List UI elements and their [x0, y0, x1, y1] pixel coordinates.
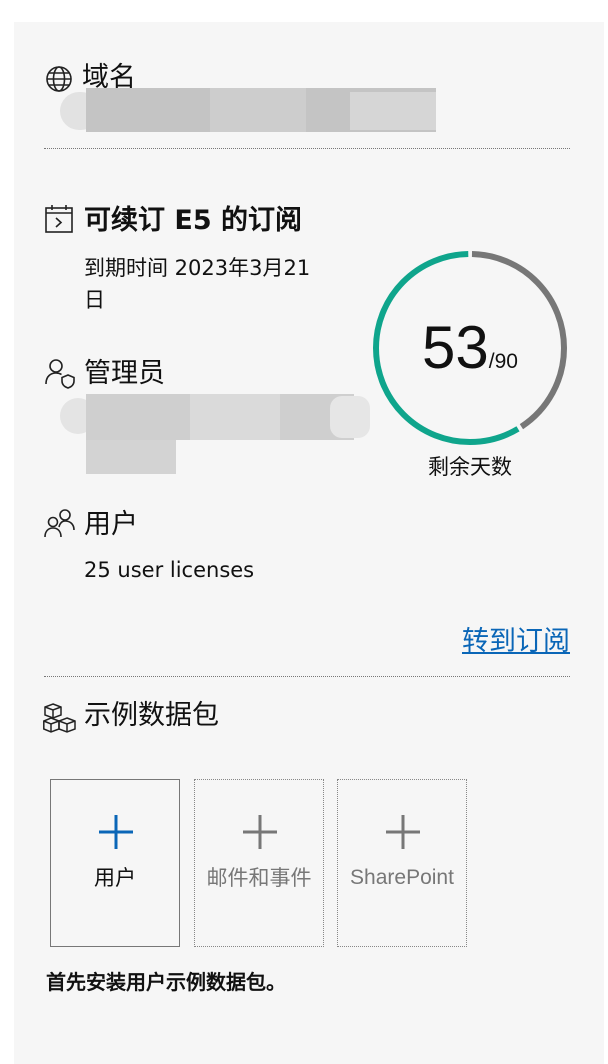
expiry-date: 到期时间 2023年3月21 日 [84, 252, 310, 316]
sample-pack-sharepoint[interactable]: SharePoint [337, 779, 467, 947]
subscription-title: 可续订 E5 的订阅 [84, 205, 303, 236]
days-remaining-value: 53 [422, 314, 489, 381]
divider [44, 148, 570, 149]
packages-icon [43, 702, 77, 734]
tile-label: SharePoint [350, 866, 454, 889]
admins-value-redacted [60, 390, 370, 476]
expiry-line-2: 日 [84, 288, 105, 312]
people-icon [44, 507, 76, 539]
divider [44, 676, 570, 677]
goto-subscription-link[interactable]: 转到订阅 [462, 624, 570, 660]
days-remaining-label: 剩余天数 [428, 455, 512, 479]
user-licenses: 25 user licenses [84, 558, 255, 582]
sample-packs-title: 示例数据包 [84, 700, 219, 731]
tile-label: 用户 [94, 866, 136, 890]
tile-label: 邮件和事件 [206, 866, 312, 890]
days-count: 53/90 [370, 318, 570, 378]
admins-title: 管理员 [84, 358, 165, 389]
expiry-line-1: 到期时间 2023年3月21 [84, 256, 311, 280]
plus-icon [242, 814, 278, 854]
calendar-icon [44, 204, 74, 234]
users-title: 用户 [84, 509, 138, 540]
sample-pack-mail-events[interactable]: 邮件和事件 [194, 779, 324, 947]
admin-shield-icon [44, 357, 76, 389]
sample-packs-hint: 首先安装用户示例数据包。 [46, 970, 286, 994]
plus-icon [385, 814, 421, 854]
days-remaining-ring: 53/90 [370, 248, 570, 448]
domain-value-redacted [60, 88, 436, 134]
days-total-value: /90 [488, 350, 518, 373]
subscription-panel: 域名 可续订 E5 的订阅 到期时间 2023年3月21 日 管理员 用户 25… [14, 22, 604, 1064]
sample-pack-users[interactable]: 用户 [50, 779, 180, 947]
plus-icon [98, 814, 134, 854]
